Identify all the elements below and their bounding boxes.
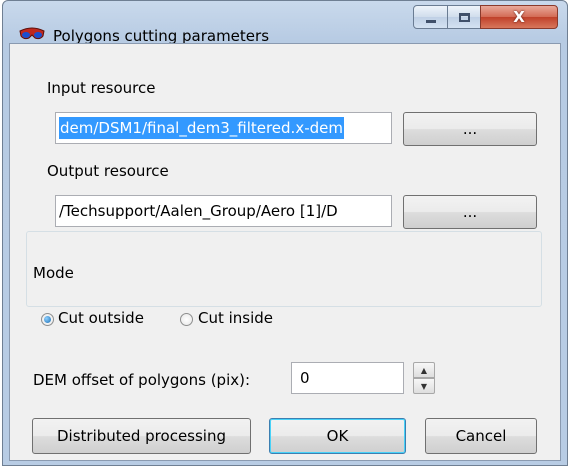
spin-down-icon[interactable]: ▼ xyxy=(413,378,435,394)
maximize-button[interactable] xyxy=(447,5,481,29)
dem-offset-spinner[interactable]: ▲ ▼ xyxy=(413,362,435,394)
cut-inside-label[interactable]: Cut inside xyxy=(198,309,273,327)
minimize-icon xyxy=(426,20,436,23)
output-browse-button[interactable]: ... xyxy=(403,195,537,229)
maximize-icon xyxy=(459,13,470,22)
output-resource-field[interactable]: /Techsupport/Aalen_Group/Aero [1]/D xyxy=(55,195,392,227)
spin-up-icon[interactable]: ▲ xyxy=(413,362,435,378)
cancel-button[interactable]: Cancel xyxy=(425,418,537,454)
input-resource-value: dem/DSM1/final_dem3_filtered.x-dem xyxy=(59,117,344,139)
input-resource-field[interactable]: dem/DSM1/final_dem3_filtered.x-dem xyxy=(55,112,392,144)
close-button[interactable]: X xyxy=(480,5,558,29)
mode-label: Mode xyxy=(33,264,74,282)
cut-outside-radio[interactable] xyxy=(41,313,54,326)
minimize-button[interactable] xyxy=(413,5,448,29)
dem-offset-label: DEM offset of polygons (pix): xyxy=(33,371,251,389)
ok-button[interactable]: OK xyxy=(269,418,406,454)
input-browse-button[interactable]: ... xyxy=(403,112,537,146)
cut-inside-radio[interactable] xyxy=(180,313,193,326)
3d-glasses-icon xyxy=(19,27,45,40)
cut-outside-label[interactable]: Cut outside xyxy=(58,309,144,327)
output-resource-label: Output resource xyxy=(47,162,169,180)
mode-group xyxy=(26,231,542,307)
close-icon: X xyxy=(513,8,525,26)
distributed-processing-button[interactable]: Distributed processing xyxy=(32,418,251,454)
title-bar[interactable]: Polygons cutting parameters X xyxy=(3,1,567,45)
dem-offset-input[interactable]: 0 xyxy=(291,362,404,394)
input-resource-label: Input resource xyxy=(47,79,156,97)
